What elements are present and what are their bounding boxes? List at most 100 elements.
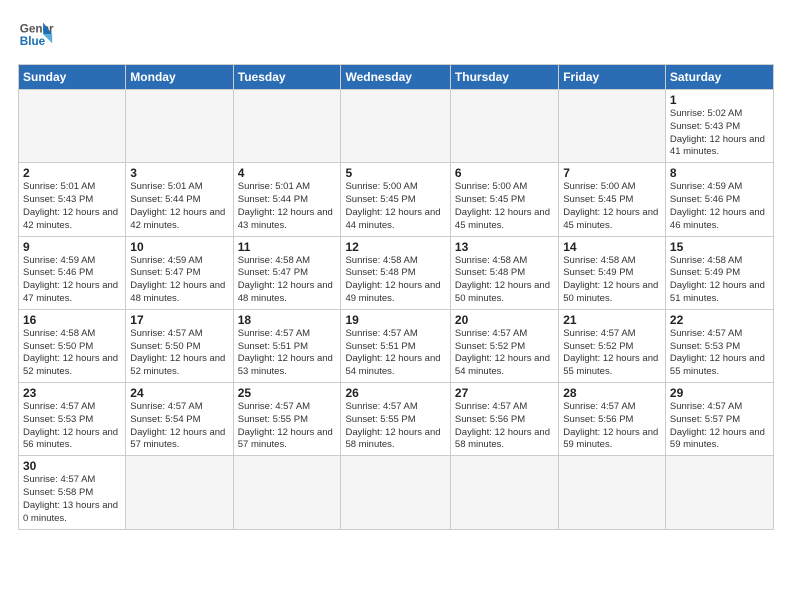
weekday-header-wednesday: Wednesday (341, 65, 450, 90)
calendar-cell: 8Sunrise: 4:59 AM Sunset: 5:46 PM Daylig… (665, 163, 773, 236)
svg-text:Blue: Blue (20, 35, 46, 48)
day-info: Sunrise: 4:58 AM Sunset: 5:48 PM Dayligh… (455, 255, 554, 306)
day-number: 1 (670, 93, 769, 107)
day-info: Sunrise: 4:57 AM Sunset: 5:52 PM Dayligh… (455, 328, 554, 379)
day-info: Sunrise: 5:01 AM Sunset: 5:43 PM Dayligh… (23, 181, 121, 232)
day-number: 24 (130, 386, 228, 400)
day-info: Sunrise: 5:01 AM Sunset: 5:44 PM Dayligh… (130, 181, 228, 232)
weekday-header-thursday: Thursday (450, 65, 558, 90)
calendar-cell: 9Sunrise: 4:59 AM Sunset: 5:46 PM Daylig… (19, 236, 126, 309)
day-number: 29 (670, 386, 769, 400)
calendar-cell (19, 90, 126, 163)
day-number: 7 (563, 166, 661, 180)
calendar-cell (126, 90, 233, 163)
weekday-header-monday: Monday (126, 65, 233, 90)
day-number: 22 (670, 313, 769, 327)
calendar-cell: 5Sunrise: 5:00 AM Sunset: 5:45 PM Daylig… (341, 163, 450, 236)
calendar-cell (450, 456, 558, 529)
calendar-cell: 12Sunrise: 4:58 AM Sunset: 5:48 PM Dayli… (341, 236, 450, 309)
day-info: Sunrise: 4:57 AM Sunset: 5:54 PM Dayligh… (130, 401, 228, 452)
day-number: 18 (238, 313, 337, 327)
day-number: 11 (238, 240, 337, 254)
weekday-header-tuesday: Tuesday (233, 65, 341, 90)
day-number: 3 (130, 166, 228, 180)
calendar-cell: 16Sunrise: 4:58 AM Sunset: 5:50 PM Dayli… (19, 309, 126, 382)
day-number: 17 (130, 313, 228, 327)
calendar-cell: 13Sunrise: 4:58 AM Sunset: 5:48 PM Dayli… (450, 236, 558, 309)
day-number: 19 (345, 313, 445, 327)
calendar-cell: 29Sunrise: 4:57 AM Sunset: 5:57 PM Dayli… (665, 383, 773, 456)
day-info: Sunrise: 4:57 AM Sunset: 5:52 PM Dayligh… (563, 328, 661, 379)
day-number: 25 (238, 386, 337, 400)
calendar-cell (341, 90, 450, 163)
day-info: Sunrise: 5:01 AM Sunset: 5:44 PM Dayligh… (238, 181, 337, 232)
calendar-cell: 7Sunrise: 5:00 AM Sunset: 5:45 PM Daylig… (559, 163, 666, 236)
day-number: 23 (23, 386, 121, 400)
calendar-cell (559, 90, 666, 163)
day-info: Sunrise: 4:57 AM Sunset: 5:57 PM Dayligh… (670, 401, 769, 452)
day-info: Sunrise: 4:57 AM Sunset: 5:58 PM Dayligh… (23, 474, 121, 525)
day-info: Sunrise: 4:57 AM Sunset: 5:56 PM Dayligh… (563, 401, 661, 452)
day-info: Sunrise: 4:58 AM Sunset: 5:49 PM Dayligh… (563, 255, 661, 306)
day-number: 16 (23, 313, 121, 327)
day-number: 8 (670, 166, 769, 180)
day-info: Sunrise: 4:57 AM Sunset: 5:55 PM Dayligh… (238, 401, 337, 452)
calendar-cell: 21Sunrise: 4:57 AM Sunset: 5:52 PM Dayli… (559, 309, 666, 382)
calendar-cell (233, 456, 341, 529)
day-number: 15 (670, 240, 769, 254)
calendar-cell (450, 90, 558, 163)
day-info: Sunrise: 5:00 AM Sunset: 5:45 PM Dayligh… (345, 181, 445, 232)
day-info: Sunrise: 4:57 AM Sunset: 5:51 PM Dayligh… (345, 328, 445, 379)
day-number: 10 (130, 240, 228, 254)
day-info: Sunrise: 4:59 AM Sunset: 5:46 PM Dayligh… (23, 255, 121, 306)
calendar-cell: 3Sunrise: 5:01 AM Sunset: 5:44 PM Daylig… (126, 163, 233, 236)
day-number: 28 (563, 386, 661, 400)
calendar-cell: 11Sunrise: 4:58 AM Sunset: 5:47 PM Dayli… (233, 236, 341, 309)
day-info: Sunrise: 5:00 AM Sunset: 5:45 PM Dayligh… (455, 181, 554, 232)
calendar-cell: 10Sunrise: 4:59 AM Sunset: 5:47 PM Dayli… (126, 236, 233, 309)
day-info: Sunrise: 4:57 AM Sunset: 5:51 PM Dayligh… (238, 328, 337, 379)
day-info: Sunrise: 4:57 AM Sunset: 5:55 PM Dayligh… (345, 401, 445, 452)
calendar-cell: 19Sunrise: 4:57 AM Sunset: 5:51 PM Dayli… (341, 309, 450, 382)
day-info: Sunrise: 4:58 AM Sunset: 5:50 PM Dayligh… (23, 328, 121, 379)
day-info: Sunrise: 4:59 AM Sunset: 5:46 PM Dayligh… (670, 181, 769, 232)
day-info: Sunrise: 4:58 AM Sunset: 5:48 PM Dayligh… (345, 255, 445, 306)
day-number: 6 (455, 166, 554, 180)
page: General Blue SundayMondayTuesdayWednesda… (0, 0, 792, 612)
day-number: 9 (23, 240, 121, 254)
calendar: SundayMondayTuesdayWednesdayThursdayFrid… (18, 64, 774, 530)
day-number: 21 (563, 313, 661, 327)
calendar-cell: 27Sunrise: 4:57 AM Sunset: 5:56 PM Dayli… (450, 383, 558, 456)
calendar-cell: 6Sunrise: 5:00 AM Sunset: 5:45 PM Daylig… (450, 163, 558, 236)
weekday-header-friday: Friday (559, 65, 666, 90)
day-number: 4 (238, 166, 337, 180)
logo-icon: General Blue (18, 18, 54, 54)
day-number: 30 (23, 459, 121, 473)
day-info: Sunrise: 4:58 AM Sunset: 5:49 PM Dayligh… (670, 255, 769, 306)
calendar-cell: 24Sunrise: 4:57 AM Sunset: 5:54 PM Dayli… (126, 383, 233, 456)
day-info: Sunrise: 4:59 AM Sunset: 5:47 PM Dayligh… (130, 255, 228, 306)
calendar-cell: 28Sunrise: 4:57 AM Sunset: 5:56 PM Dayli… (559, 383, 666, 456)
calendar-cell (559, 456, 666, 529)
weekday-header-sunday: Sunday (19, 65, 126, 90)
header: General Blue (18, 18, 774, 54)
day-number: 13 (455, 240, 554, 254)
calendar-cell: 17Sunrise: 4:57 AM Sunset: 5:50 PM Dayli… (126, 309, 233, 382)
calendar-cell: 26Sunrise: 4:57 AM Sunset: 5:55 PM Dayli… (341, 383, 450, 456)
day-number: 12 (345, 240, 445, 254)
day-info: Sunrise: 4:57 AM Sunset: 5:56 PM Dayligh… (455, 401, 554, 452)
calendar-cell: 4Sunrise: 5:01 AM Sunset: 5:44 PM Daylig… (233, 163, 341, 236)
day-info: Sunrise: 4:58 AM Sunset: 5:47 PM Dayligh… (238, 255, 337, 306)
day-number: 14 (563, 240, 661, 254)
logo: General Blue (18, 18, 54, 54)
calendar-cell (665, 456, 773, 529)
day-info: Sunrise: 4:57 AM Sunset: 5:53 PM Dayligh… (670, 328, 769, 379)
calendar-cell: 15Sunrise: 4:58 AM Sunset: 5:49 PM Dayli… (665, 236, 773, 309)
day-number: 5 (345, 166, 445, 180)
day-number: 27 (455, 386, 554, 400)
calendar-cell: 20Sunrise: 4:57 AM Sunset: 5:52 PM Dayli… (450, 309, 558, 382)
calendar-cell (341, 456, 450, 529)
day-info: Sunrise: 5:00 AM Sunset: 5:45 PM Dayligh… (563, 181, 661, 232)
calendar-cell: 23Sunrise: 4:57 AM Sunset: 5:53 PM Dayli… (19, 383, 126, 456)
day-info: Sunrise: 5:02 AM Sunset: 5:43 PM Dayligh… (670, 108, 769, 159)
